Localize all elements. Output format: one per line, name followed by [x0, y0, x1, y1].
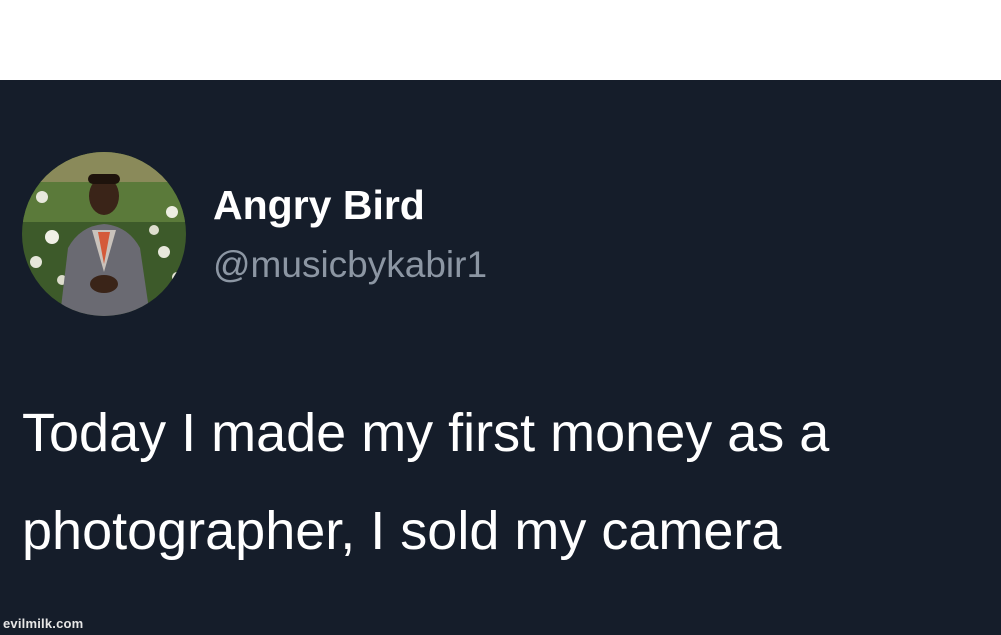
tweet-text-line-1: Today I made my first money as a: [22, 403, 830, 463]
watermark: evilmilk.com: [3, 616, 84, 631]
tweet-text-line-2: photographer, I sold my camera: [22, 501, 782, 561]
screenshot-page: Angry Bird @musicbykabir1 Today I made m…: [0, 0, 1001, 635]
avatar[interactable]: [22, 152, 186, 316]
user-handle[interactable]: @musicbykabir1: [213, 242, 487, 288]
avatar-photo-icon: [22, 152, 186, 316]
top-blank-area: [0, 0, 1001, 80]
tweet-card[interactable]: Angry Bird @musicbykabir1 Today I made m…: [0, 80, 1001, 635]
tweet-text: Today I made my first money as a photogr…: [22, 384, 997, 580]
display-name[interactable]: Angry Bird: [213, 180, 425, 230]
